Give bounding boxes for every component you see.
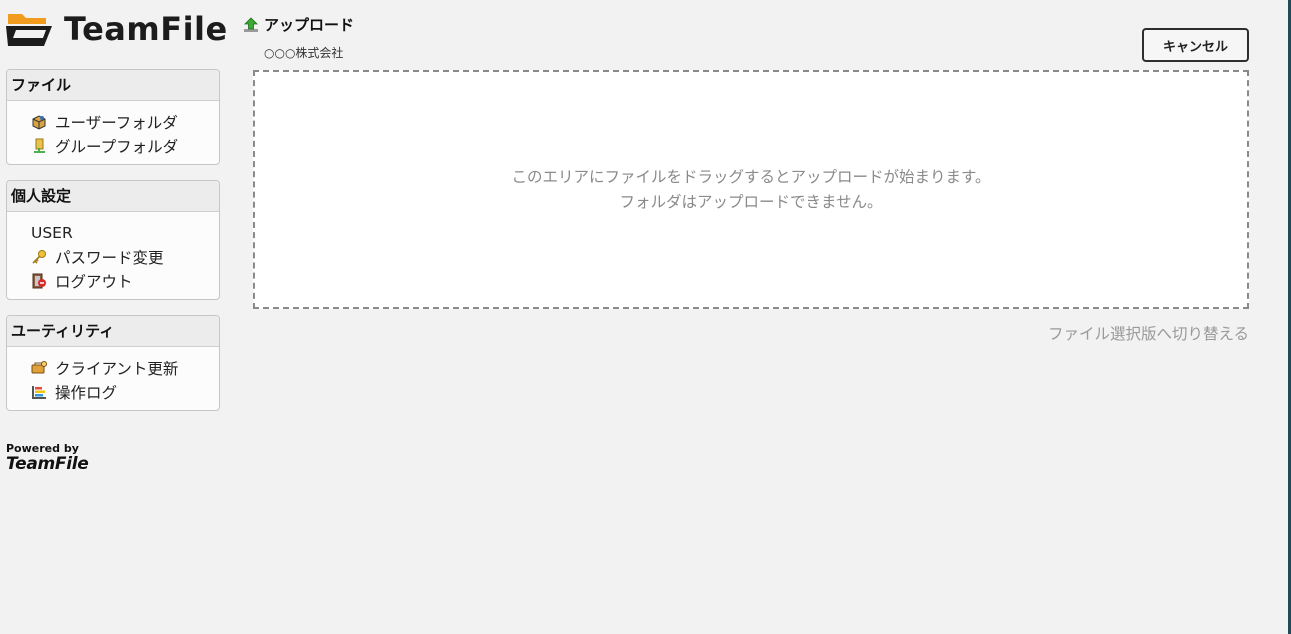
operation-log-icon	[30, 384, 47, 401]
group-folder-icon	[30, 138, 47, 155]
logout-icon	[30, 273, 47, 290]
sidebar-item-label: グループフォルダ	[55, 138, 179, 156]
key-icon	[30, 249, 47, 266]
folder-logo-icon	[6, 14, 52, 46]
page-title-text: アップロード	[264, 16, 355, 34]
powered-by-logo: Powered by TeamFile	[6, 442, 89, 473]
dropzone-instruction: このエリアにファイルをドラッグするとアップロードが始まります。	[511, 167, 991, 186]
personal-settings-panel: 個人設定 USER パスワード変更 ログアウト	[6, 180, 220, 300]
utility-panel-header: ユーティリティ	[7, 316, 219, 347]
app-logo[interactable]: TeamFile	[6, 8, 228, 50]
cancel-button[interactable]: キャンセル	[1142, 28, 1249, 62]
sidebar-item-client-update[interactable]: クライアント更新	[30, 356, 219, 380]
sidebar-item-label: ユーザーフォルダ	[55, 114, 178, 132]
sidebar-item-label: 操作ログ	[55, 384, 118, 402]
sidebar-item-label: パスワード変更	[55, 249, 164, 267]
utility-panel: ユーティリティ クライアント更新 操作ログ	[6, 315, 220, 411]
file-drop-zone[interactable]: このエリアにファイルをドラッグするとアップロードが始まります。 フォルダはアップ…	[253, 70, 1249, 309]
switch-to-file-select-link[interactable]: ファイル選択版へ切り替える	[1048, 322, 1249, 344]
file-panel: ファイル ユーザーフォルダ グループフォルダ	[6, 69, 220, 165]
sidebar-item-user-folder[interactable]: ユーザーフォルダ	[30, 110, 219, 134]
current-user-name: USER	[31, 224, 73, 242]
sidebar-item-label: ログアウト	[55, 273, 133, 291]
dropzone-folder-note: フォルダはアップロードできません。	[619, 192, 883, 211]
sidebar-item-group-folder[interactable]: グループフォルダ	[30, 134, 219, 158]
personal-settings-header: 個人設定	[7, 181, 219, 212]
sidebar-item-logout[interactable]: ログアウト	[30, 269, 219, 293]
logo-text: TeamFile	[64, 10, 228, 48]
sidebar-item-change-password[interactable]: パスワード変更	[30, 245, 219, 269]
upload-arrow-icon	[244, 16, 258, 32]
client-update-icon	[30, 360, 47, 377]
page-title: アップロード	[243, 14, 354, 35]
sidebar-item-label: クライアント更新	[55, 360, 179, 378]
file-panel-header: ファイル	[7, 70, 219, 101]
powered-brand-text: TeamFile	[6, 454, 89, 474]
user-folder-icon	[30, 114, 47, 131]
sidebar-item-operation-log[interactable]: 操作ログ	[30, 380, 219, 404]
company-name: ○○○株式会社	[264, 46, 344, 60]
